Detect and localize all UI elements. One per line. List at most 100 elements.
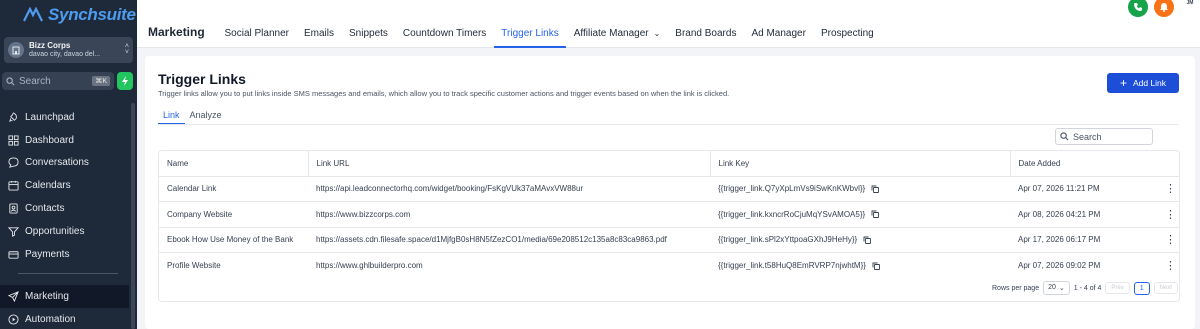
tab-label: Ad Manager	[751, 27, 806, 39]
cell-key-wrapper: {{trigger_link.kxncrRoCjuMqYSvAMOA5}}	[710, 201, 1010, 228]
cell-key-wrapper: {{trigger_link.Q7yXpLmVs9iSwKnKWbvl}}	[710, 176, 1010, 203]
sidebar-item-opportunities[interactable]: Opportunities	[0, 220, 129, 243]
sidebar-item-label: Automation	[25, 313, 76, 325]
sub-tabs: Link Analyze	[158, 108, 227, 125]
top-navigation: Marketing Social Planner Emails Snippets Co…	[137, 0, 1200, 48]
sidebar-item-label: Contacts	[25, 203, 65, 215]
rocket-icon	[9, 112, 17, 122]
tab-social-planner[interactable]: Social Planner	[217, 18, 296, 48]
next-page-button[interactable]: Next	[1153, 282, 1178, 294]
cell-key-wrapper: {{trigger_link.sPl2xYttpoaGXhJ9HeHy}}	[710, 227, 1010, 254]
tab-analyze[interactable]: Analyze	[185, 108, 227, 125]
sidebar-item-conversations[interactable]: Conversations	[0, 152, 129, 175]
sidebar-item-label: Launchpad	[25, 111, 75, 123]
quick-action-button[interactable]	[117, 72, 133, 90]
lightning-icon	[122, 76, 128, 86]
phone-icon	[1134, 3, 1142, 12]
funnel-icon	[8, 227, 19, 237]
table-row[interactable]: Company Website https://www.bizzcorps.com…	[159, 201, 1179, 228]
cell-key: {{trigger_link.t58HuQ8EmRVRP7njwhtM}}	[718, 261, 866, 271]
cell-date: Apr 07, 2026 11:21 PM	[1010, 176, 1160, 203]
more-actions-icon[interactable]: ⋮	[1160, 253, 1179, 279]
tab-brand-boards[interactable]: Brand Boards	[668, 18, 744, 48]
logo-mark-icon	[23, 7, 43, 22]
account-switcher[interactable]: Bizz Corps davao city, davao del... ˄ ˅	[4, 37, 133, 63]
tab-link[interactable]: Link	[158, 108, 185, 125]
cell-key-wrapper: {{trigger_link.t58HuQ8EmRVRP7njwhtM}}	[710, 253, 1010, 279]
prev-page-button[interactable]: Prev	[1105, 282, 1130, 294]
column-header-actions	[1160, 151, 1179, 177]
sidebar-item-contacts[interactable]: Contacts	[0, 197, 129, 220]
automation-icon	[8, 314, 19, 325]
chevron-down-icon: ⌄	[1058, 285, 1065, 292]
copy-icon[interactable]	[871, 185, 880, 193]
more-actions-icon[interactable]: ⋮	[1160, 176, 1179, 203]
sidebar-divider	[18, 273, 118, 274]
cell-name: Ebook How Use Money of the Bank	[159, 227, 308, 254]
cell-date: Apr 07, 2026 09:02 PM	[1018, 261, 1101, 271]
table-header-row: Name Link URL Link Key Date Added	[159, 151, 1179, 177]
pagination-range: 1 - 4 of 4	[1073, 284, 1102, 292]
account-name: Bizz Corps	[29, 41, 71, 50]
tab-ad-manager[interactable]: Ad Manager	[744, 18, 813, 48]
sidebar-item-label: Opportunities	[25, 225, 85, 237]
tab-prospecting[interactable]: Prospecting	[813, 18, 881, 48]
pagination: Rows per page 20 ⌄ 1 - 4 of 4 Prev 1 Nex…	[992, 281, 1178, 295]
cell-name: Profile Website	[167, 261, 221, 271]
copy-icon[interactable]	[863, 236, 872, 244]
sidebar-item-label: Conversations	[25, 157, 89, 169]
section-title: Marketing	[148, 25, 205, 39]
table-row[interactable]: Ebook How Use Money of the Bank https://a…	[159, 227, 1179, 254]
phone-button[interactable]	[1128, 0, 1148, 17]
chevron-updown-icon: ˄ ˅	[124, 43, 129, 56]
more-actions-icon[interactable]: ⋮	[1160, 201, 1179, 228]
account-avatar	[8, 42, 24, 58]
add-link-button[interactable]: + Add Link	[1107, 73, 1179, 93]
cell-key: {{trigger_link.Q7yXpLmVs9iSwKnKWbvl}}	[718, 184, 866, 194]
cell-url: https://api.leadconnectorhq.com/widget/b…	[308, 176, 710, 203]
bell-icon	[1160, 3, 1168, 12]
sidebar-nav: Launchpad Dashboard Conversations Calendars…	[0, 106, 129, 266]
tab-label: Affiliate Manager	[573, 27, 649, 39]
trigger-links-table: Name Link URL Link Key Date Added Calend…	[158, 150, 1180, 302]
sidebar-item-launchpad[interactable]: Launchpad	[0, 106, 129, 129]
page-number-button[interactable]: 1	[1133, 281, 1150, 295]
tab-emails[interactable]: Emails	[296, 18, 341, 48]
column-header-url: Link URL	[307, 151, 710, 177]
tab-snippets[interactable]: Snippets	[342, 18, 396, 48]
table-row[interactable]: Calendar Link https://api.leadconnectorhq…	[159, 176, 1179, 203]
tab-countdown-timers[interactable]: Countdown Timers	[395, 18, 493, 48]
add-link-label: Add Link	[1132, 78, 1167, 88]
rows-per-page-select[interactable]: 20 ⌄	[1043, 281, 1070, 295]
chevron-down-icon: ⌄	[653, 28, 661, 38]
search-icon	[6, 76, 15, 85]
rows-per-page-label: Rows per page	[992, 284, 1040, 292]
brand-logo[interactable]: Synchsuite	[22, 4, 136, 26]
tab-affiliate-manager[interactable]: Affiliate Manager ⌄	[566, 18, 668, 48]
cell-date: Apr 08, 2026 04:21 PM	[1010, 201, 1160, 228]
sidebar: Synchsuite Bizz Corps davao city, davao …	[0, 0, 137, 329]
brand-name: Synchsuite	[48, 5, 136, 24]
column-header-name: Name	[159, 151, 308, 177]
sidebar-search-input[interactable]: Search ⌘K	[2, 72, 114, 90]
sidebar-item-label: Calendars	[25, 180, 71, 192]
sidebar-scrollbar[interactable]	[131, 103, 135, 329]
sidebar-item-payments[interactable]: Payments	[0, 243, 129, 266]
tab-trigger-links[interactable]: Trigger Links	[493, 18, 567, 48]
cell-name: Calendar Link	[159, 176, 308, 203]
copy-icon[interactable]	[871, 210, 880, 219]
table-search-input[interactable]: Search	[1055, 128, 1153, 145]
more-actions-icon[interactable]: ⋮	[1160, 227, 1179, 254]
notifications-button[interactable]	[1154, 0, 1174, 17]
sidebar-item-dashboard[interactable]: Dashboard	[0, 129, 129, 152]
sidebar-item-marketing[interactable]: Marketing	[0, 285, 129, 308]
calendar-icon	[8, 181, 19, 191]
sidebar-item-calendars[interactable]: Calendars	[0, 174, 129, 197]
tab-label: Social Planner	[224, 27, 289, 39]
tab-label: Countdown Timers	[402, 27, 487, 39]
copy-icon[interactable]	[872, 262, 880, 270]
sidebar-item-automation[interactable]: Automation	[0, 308, 129, 329]
user-avatar[interactable]: JM	[1180, 0, 1200, 13]
table-row[interactable]: Profile Website https://www.ghlbuilderpro…	[159, 253, 1179, 279]
search-shortcut: ⌘K	[92, 76, 110, 86]
